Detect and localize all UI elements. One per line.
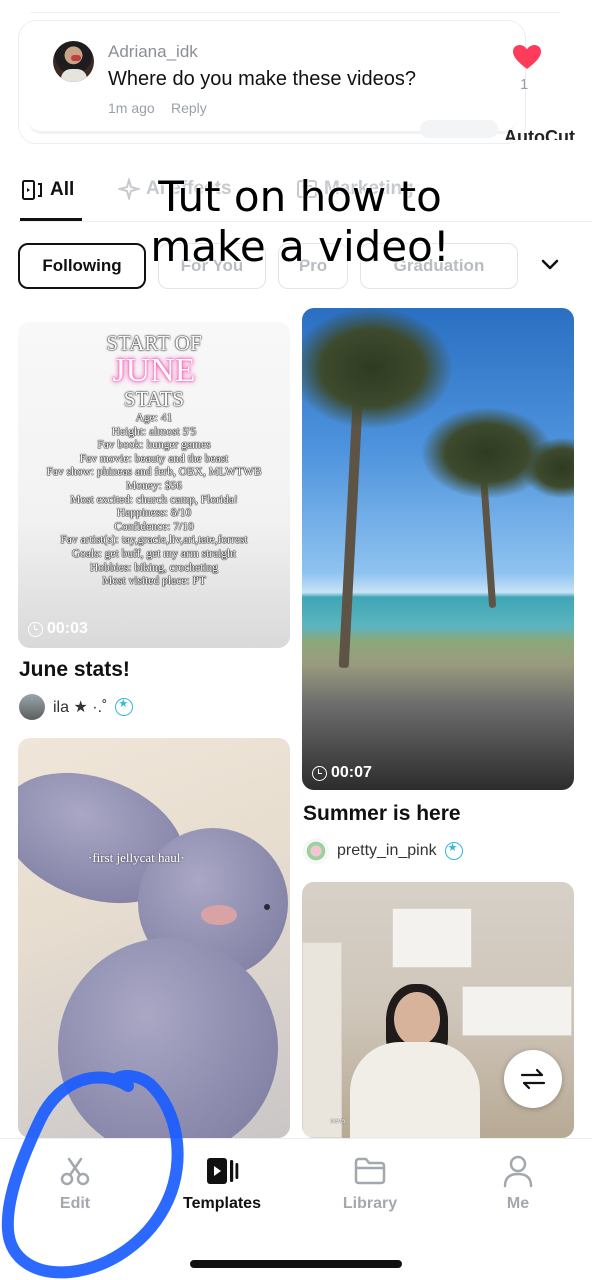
- stat-line: Happiness: 8/10: [116, 507, 192, 520]
- nav-me[interactable]: Me: [463, 1153, 573, 1213]
- tab-all-label: All: [50, 179, 75, 200]
- card-author[interactable]: ila ★ ·.˚: [19, 694, 134, 720]
- stat-line: Fav artist(s): tay,gracie,liv,ari,tate,f…: [60, 534, 248, 547]
- comment-text: Where do you make these videos?: [108, 68, 416, 90]
- reply-button[interactable]: Reply: [171, 100, 207, 116]
- card-title[interactable]: Summer is here: [303, 802, 461, 826]
- avatar-accent: [71, 55, 81, 61]
- card-author[interactable]: pretty_in_pink: [303, 838, 463, 864]
- duration-text: 00:07: [331, 764, 372, 781]
- tab-all[interactable]: All: [20, 178, 74, 202]
- nav-edit-label: Edit: [59, 1195, 91, 1212]
- annotation-line-1: Tut on how to: [158, 172, 442, 221]
- stat-line: Money: $56: [126, 479, 182, 492]
- bottom-navigation: Edit Templates Library Me: [0, 1138, 592, 1280]
- annotation-line-2: make a video!: [150, 222, 450, 271]
- commenter-avatar[interactable]: [53, 41, 94, 82]
- home-indicator: [190, 1260, 402, 1268]
- nav-templates[interactable]: Templates: [167, 1153, 277, 1213]
- duration-text: 00:03: [47, 620, 88, 637]
- june-title-line-2: JUNE: [112, 352, 196, 389]
- small-caption: neva: [330, 1118, 346, 1125]
- person-face: [394, 992, 440, 1046]
- person-icon: [503, 1155, 533, 1188]
- stat-line: Hobbies: biking, crocheting: [89, 561, 219, 574]
- door-frame: [302, 942, 342, 1138]
- author-avatar: [19, 694, 45, 720]
- stat-line: Fav book: hunger games: [97, 439, 211, 452]
- handwritten-annotation: Tut on how to make a video!: [110, 172, 490, 272]
- bunny-eye: [264, 904, 270, 910]
- template-card-summer[interactable]: 00:07: [302, 308, 574, 790]
- nav-templates-label: Templates: [183, 1195, 261, 1212]
- palm-crown: [302, 308, 452, 428]
- autocut-label[interactable]: AutoCut: [504, 122, 575, 140]
- template-card-jellycat[interactable]: ·first jellycat haul·: [18, 738, 290, 1138]
- template-card-june-stats[interactable]: START OF JUNE STATS Age: 41 Height: almo…: [18, 322, 290, 648]
- nav-edit[interactable]: Edit: [20, 1153, 130, 1213]
- top-divider: [30, 12, 560, 13]
- comment-username[interactable]: Adriana_idk: [108, 42, 198, 62]
- upper-cabinet: [392, 908, 472, 968]
- stat-line: Age: 41: [135, 412, 173, 424]
- stat-line: Fav movie: beauty and the beast: [79, 452, 229, 465]
- stat-line: Confidence: 7/10: [114, 520, 194, 533]
- author-name: pretty_in_pink: [337, 842, 437, 859]
- author-avatar: [303, 838, 329, 864]
- clock-icon: [312, 765, 327, 781]
- folder-icon: [354, 1157, 386, 1185]
- haul-caption: ·first jellycat haul·: [88, 850, 185, 865]
- person-hoodie: [350, 1042, 480, 1138]
- card-title[interactable]: June stats!: [19, 658, 130, 682]
- background-pill: [420, 120, 498, 138]
- bunny-nose: [201, 905, 237, 925]
- avatar-shirt: [61, 69, 87, 82]
- scissors-icon: [60, 1157, 90, 1186]
- verified-badge-icon: [444, 841, 463, 860]
- duration-badge: 00:03: [28, 620, 88, 638]
- palm-trunk: [338, 387, 364, 669]
- duration-badge: 00:07: [312, 764, 372, 782]
- stat-line: Fav show: phineas and ferb, OBX, MLWTWB: [46, 466, 262, 479]
- swap-button[interactable]: [504, 1050, 562, 1108]
- stat-line: Most visited place: PT: [102, 575, 206, 588]
- templates-icon: [207, 1158, 239, 1184]
- all-icon: [22, 180, 42, 200]
- verified-badge-icon: [115, 697, 134, 716]
- june-stats-list: Age: 41 Height: almost 5'5 Fav book: hun…: [18, 412, 290, 589]
- stat-line: Height: almost 5'5: [111, 425, 197, 438]
- like-count: 1: [520, 76, 529, 93]
- swap-arrows-icon: [520, 1068, 546, 1090]
- nav-library[interactable]: Library: [315, 1153, 425, 1213]
- stat-line: Most excited: church camp, Florida!: [70, 493, 238, 506]
- june-title-line-3: STATS: [123, 387, 185, 411]
- june-title-line-1: START OF: [106, 331, 202, 355]
- stat-line: Goals: get buff, get my arm straight: [71, 547, 237, 560]
- side-cabinet: [462, 986, 572, 1036]
- chevron-down-icon[interactable]: [540, 258, 560, 272]
- heart-icon[interactable]: [512, 44, 542, 70]
- nav-library-label: Library: [342, 1195, 398, 1212]
- clock-icon: [28, 621, 43, 637]
- june-overlay-title: START OF JUNE STATS: [18, 332, 290, 410]
- author-name: ila ★ ·.˚: [53, 699, 108, 716]
- nav-me-label: Me: [506, 1195, 530, 1212]
- comment-time: 1m ago: [108, 100, 155, 116]
